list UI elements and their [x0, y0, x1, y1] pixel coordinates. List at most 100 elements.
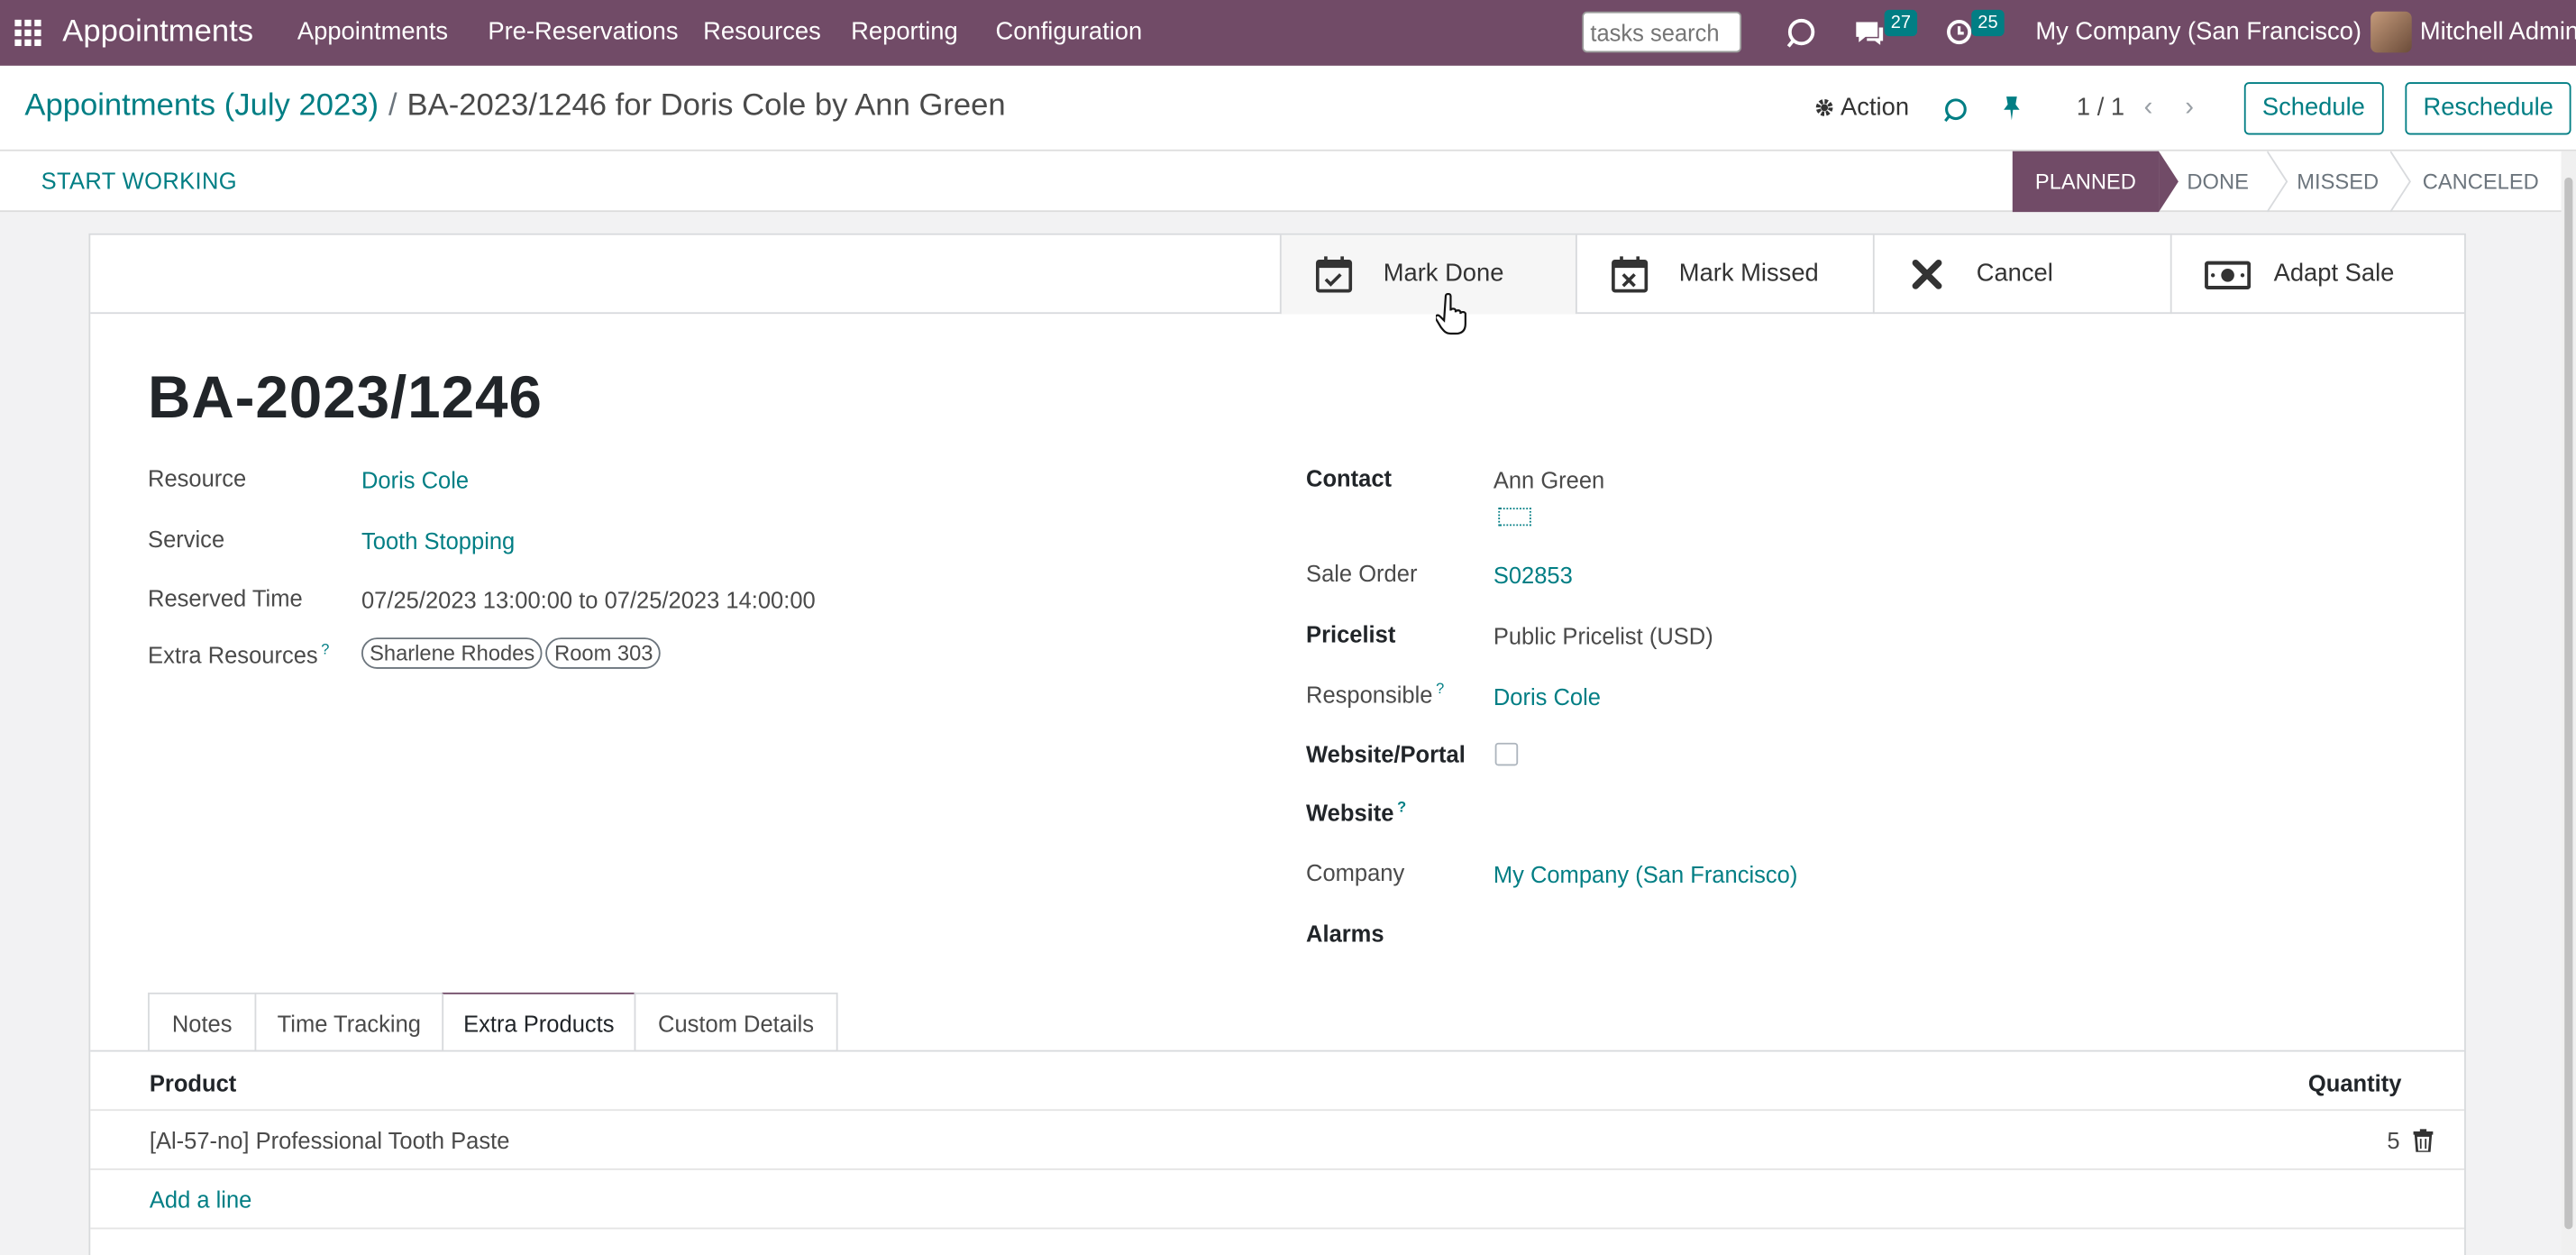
top-navbar: Appointments Appointments Pre-Reservatio… — [0, 0, 2576, 66]
company-switcher[interactable]: My Company (San Francisco) — [2035, 0, 2361, 66]
tasks-search-input[interactable] — [1582, 11, 1742, 53]
stage-arrow-missed — [2390, 151, 2411, 213]
pager-value[interactable]: 1 / 1 — [2077, 66, 2124, 151]
scrollbar-thumb[interactable] — [2564, 177, 2573, 1230]
chatter-toggle-icon[interactable] — [1941, 96, 1969, 124]
page-scrollbar[interactable] — [2561, 151, 2576, 1255]
help-icon[interactable]: ? — [1397, 799, 1406, 815]
company-field[interactable]: My Company (San Francisco) — [1494, 861, 1798, 887]
action-menu[interactable]: Action — [1813, 66, 1909, 151]
contact-label: Contact — [1306, 464, 1393, 491]
breadcrumb-current: BA-2023/1246 for Doris Cole by Ann Green — [406, 88, 1006, 124]
company-label: Company — [1306, 859, 1405, 886]
adapt-sale-button[interactable]: Adapt Sale — [2170, 234, 2464, 315]
contact-extra-field[interactable] — [1498, 508, 1531, 527]
menu-pre-reservations[interactable]: Pre-Reservations — [488, 0, 678, 66]
action-label: Action — [1841, 93, 1910, 122]
service-field[interactable]: Tooth Stopping — [361, 527, 515, 554]
cancel-label: Cancel — [1976, 259, 2053, 288]
close-icon — [1912, 259, 1942, 289]
user-avatar[interactable] — [2370, 11, 2412, 53]
schedule-button[interactable]: Schedule — [2243, 82, 2383, 135]
product-cell[interactable]: [Al-57-no] Professional Tooth Paste — [150, 1127, 510, 1153]
reserved-time-field[interactable]: 07/25/2023 13:00:00 to 07/25/2023 14:00:… — [361, 587, 816, 613]
tab-extra-products[interactable]: Extra Products — [442, 992, 636, 1052]
menu-configuration[interactable]: Configuration — [996, 0, 1143, 66]
sale-order-label: Sale Order — [1306, 560, 1418, 587]
money-bill-icon — [2205, 261, 2252, 289]
tab-custom-details[interactable]: Custom Details — [634, 992, 838, 1052]
calendar-x-icon — [1612, 256, 1649, 293]
product-column-header[interactable]: Product — [150, 1070, 236, 1096]
breadcrumb-parent-link[interactable]: Appointments (July 2023) — [24, 88, 379, 123]
alarms-label: Alarms — [1306, 920, 1384, 947]
menu-appointments[interactable]: Appointments — [297, 0, 448, 66]
activities-badge: 25 — [1971, 9, 2005, 37]
extra-resources-label: Extra Resources? — [148, 641, 329, 668]
pin-icon[interactable] — [2001, 96, 2023, 122]
pager-prev-icon[interactable]: ‹ — [2144, 66, 2153, 151]
tab-notes[interactable]: Notes — [148, 992, 257, 1052]
website-portal-checkbox[interactable] — [1494, 742, 1519, 766]
form-sheet: Mark Done Mark Missed Cancel Adapt Sale … — [88, 233, 2466, 1255]
hand-cursor-icon — [1436, 292, 1466, 335]
responsible-label: Responsible? — [1306, 681, 1444, 708]
mark-done-button[interactable]: Mark Done — [1279, 234, 1577, 315]
calendar-check-icon — [1315, 256, 1353, 293]
pricelist-field[interactable]: Public Pricelist (USD) — [1494, 623, 1713, 649]
discuss-icon[interactable] — [1784, 14, 1818, 49]
resource-tag[interactable]: Sharlene Rhodes — [361, 637, 544, 669]
extra-resources-label-text: Extra Resources — [148, 642, 318, 669]
stage-planned[interactable]: PLANNED — [2012, 151, 2160, 213]
stage-missed[interactable]: MISSED — [2293, 151, 2381, 212]
sale-order-field[interactable]: S02853 — [1494, 562, 1573, 588]
resource-tag[interactable]: Room 303 — [545, 637, 662, 669]
messages-icon[interactable] — [1853, 18, 1886, 48]
app-root: Appointments Appointments Pre-Reservatio… — [0, 0, 2576, 1255]
contact-field[interactable]: Ann Green — [1494, 467, 1604, 493]
start-working-button[interactable]: START WORKING — [41, 151, 237, 212]
user-menu[interactable]: Mitchell Admin — [2420, 0, 2576, 66]
activity-clock-icon[interactable] — [1945, 18, 1973, 46]
record-title: BA-2023/1246 — [148, 362, 543, 431]
stage-arrow-done — [2267, 151, 2288, 213]
reserved-time-label: Reserved Time — [148, 584, 303, 612]
menu-reporting[interactable]: Reporting — [851, 0, 958, 66]
table-row-divider — [90, 1227, 2465, 1230]
messages-badge: 27 — [1884, 9, 1918, 37]
adapt-sale-label: Adapt Sale — [2273, 259, 2395, 288]
tab-divider — [90, 1049, 2465, 1052]
menu-resources[interactable]: Resources — [703, 0, 821, 66]
breadcrumb-separator: / — [388, 88, 397, 124]
mark-missed-label: Mark Missed — [1678, 259, 1819, 288]
breadcrumb: Appointments (July 2023) / BA-2023/1246 fo… — [24, 88, 1005, 124]
button-box: Mark Done Mark Missed Cancel Adapt Sale — [90, 234, 2465, 315]
extra-resources-field[interactable]: Sharlene Rhodes Room 303 — [361, 637, 664, 669]
add-line-link[interactable]: Add a line — [150, 1186, 252, 1213]
app-brand[interactable]: Appointments — [62, 0, 253, 66]
tab-time-tracking[interactable]: Time Tracking — [254, 992, 444, 1052]
responsible-field[interactable]: Doris Cole — [1494, 683, 1601, 710]
website-label-text: Website — [1306, 800, 1394, 827]
trash-icon[interactable] — [2413, 1129, 2434, 1152]
pager-next-icon[interactable]: › — [2185, 66, 2194, 151]
resource-label: Resource — [148, 464, 247, 491]
stage-canceled[interactable]: CANCELED — [2418, 151, 2544, 212]
website-label: Website? — [1306, 799, 1406, 826]
mark-missed-button[interactable]: Mark Missed — [1575, 234, 1873, 315]
quantity-cell[interactable]: 5 — [2387, 1127, 2399, 1153]
service-label: Service — [148, 526, 225, 553]
reschedule-button[interactable]: Reschedule — [2405, 82, 2571, 135]
help-icon[interactable]: ? — [321, 641, 329, 657]
cancel-button[interactable]: Cancel — [1872, 234, 2170, 315]
resource-field[interactable]: Doris Cole — [361, 467, 469, 493]
help-icon[interactable]: ? — [1436, 681, 1444, 697]
control-panel: Appointments (July 2023) / BA-2023/1246 fo… — [0, 65, 2576, 151]
status-bar: START WORKING PLANNED DONE MISSED CANCEL… — [0, 151, 2576, 213]
quantity-column-header[interactable]: Quantity — [2308, 1070, 2401, 1096]
app-grid-icon[interactable] — [14, 19, 41, 47]
table-header-divider — [90, 1109, 2465, 1112]
website-portal-label: Website/Portal — [1306, 741, 1466, 768]
stage-done[interactable]: DONE — [2179, 151, 2257, 212]
table-row-divider — [90, 1168, 2465, 1170]
